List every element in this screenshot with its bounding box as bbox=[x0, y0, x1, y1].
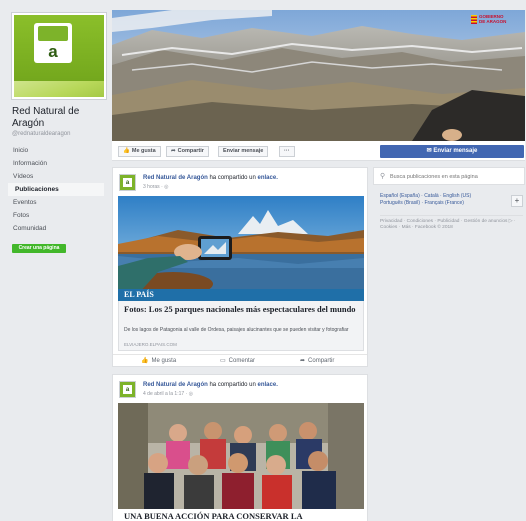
logo-icon: a bbox=[34, 23, 72, 63]
link-preview[interactable]: Fotos: Los 25 parques nacionales más esp… bbox=[118, 301, 364, 351]
more-languages-button[interactable]: + bbox=[511, 195, 523, 207]
link-title[interactable]: Fotos: Los 25 parques nacionales más esp… bbox=[124, 304, 360, 315]
send-message-button[interactable]: ✉ Enviar mensaje bbox=[380, 145, 524, 158]
create-page-button[interactable]: Crear una página bbox=[12, 244, 66, 253]
post-author-link[interactable]: Red Natural de Aragón bbox=[143, 382, 208, 388]
nav-item-fotos[interactable]: Fotos bbox=[8, 209, 104, 222]
feed-post: a Red Natural de Aragón ha compartido un… bbox=[112, 167, 368, 367]
like-post-button[interactable]: 👍 Me gusta bbox=[141, 357, 176, 364]
post-timestamp[interactable]: 4 de abril a la 1:17 · ◎ bbox=[143, 391, 193, 397]
feed-post: a Red Natural de Aragón ha compartido un… bbox=[112, 374, 368, 521]
globe-icon: ◎ bbox=[164, 184, 169, 190]
patagonia-landscape-image bbox=[118, 196, 364, 294]
link-description: De los lagos de Patagonia al valle de Or… bbox=[124, 327, 349, 333]
message-page-button[interactable]: Enviar mensaje bbox=[218, 146, 269, 157]
post-actions: 👍 Me gusta ▭ Comentar ➦ Compartir bbox=[113, 354, 367, 366]
children-group-image bbox=[118, 403, 364, 509]
post-author-link[interactable]: Red Natural de Aragón bbox=[143, 175, 208, 181]
more-options-button[interactable]: ··· bbox=[279, 146, 295, 157]
group-photo[interactable] bbox=[118, 403, 364, 509]
thumbs-up-icon: 👍 bbox=[141, 358, 149, 364]
nav-item-publicaciones[interactable]: Publicaciones bbox=[8, 183, 104, 196]
footer-links[interactable]: Privacidad · Condiciones · Publicidad · … bbox=[380, 219, 520, 231]
facebook-page: a Red Natural de Aragón @rednaturaldeara… bbox=[0, 0, 526, 521]
logo-letter: a bbox=[48, 42, 58, 61]
aragon-flag-icon bbox=[471, 15, 477, 24]
post-object-link[interactable]: enlace. bbox=[258, 382, 278, 388]
comment-post-button[interactable]: ▭ Comentar bbox=[220, 357, 255, 364]
link-title[interactable]: UNA BUENA ACCIÓN PARA CONSERVAR LA bbox=[124, 511, 360, 521]
page-search[interactable]: ⚲ bbox=[373, 167, 525, 185]
post-headline: Red Natural de Aragón ha compartido un e… bbox=[143, 175, 278, 181]
like-page-button[interactable]: 👍 Me gusta bbox=[118, 146, 161, 157]
thumbs-up-icon: 👍 bbox=[123, 148, 130, 154]
share-post-button[interactable]: ➦ Compartir bbox=[300, 357, 334, 364]
elpais-brand-bar: EL PAÍS bbox=[118, 289, 364, 301]
divider bbox=[380, 215, 523, 216]
avatar[interactable]: a bbox=[119, 174, 136, 191]
profile-picture[interactable]: a bbox=[11, 12, 107, 100]
language-links[interactable]: Español (España) · Català · English (US) bbox=[380, 193, 471, 199]
nav-item-v-deos[interactable]: Vídeos bbox=[8, 170, 104, 183]
nav-item-eventos[interactable]: Eventos bbox=[8, 196, 104, 209]
left-sidebar: a Red Natural de Aragón @rednaturaldeara… bbox=[8, 8, 108, 521]
page-nav: Inicio Información Vídeos Publicaciones Even… bbox=[8, 144, 104, 235]
search-icon: ⚲ bbox=[380, 173, 386, 180]
avatar[interactable]: a bbox=[119, 381, 136, 398]
link-preview-image[interactable] bbox=[118, 196, 364, 294]
cover-photo[interactable]: GOBIERNO DE ARAGON bbox=[112, 10, 525, 141]
share-page-button[interactable]: ➦ Compartir bbox=[166, 146, 209, 157]
page-handle[interactable]: @rednaturaldearagon bbox=[12, 131, 70, 137]
post-headline: Red Natural de Aragón ha compartido un e… bbox=[143, 382, 278, 388]
share-icon: ➦ bbox=[171, 148, 176, 154]
share-icon: ➦ bbox=[300, 358, 306, 364]
post-timestamp[interactable]: 3 horas · ◎ bbox=[143, 184, 169, 190]
mountain-landscape-image bbox=[112, 10, 525, 141]
globe-icon: ◎ bbox=[188, 391, 193, 397]
nav-item-informaci-n[interactable]: Información bbox=[8, 157, 104, 170]
page-title[interactable]: Red Natural de Aragón bbox=[12, 106, 112, 130]
search-input[interactable] bbox=[390, 171, 520, 182]
post-object-link[interactable]: enlace. bbox=[258, 175, 278, 181]
link-domain: ELVIAJERO.ELPAIS.COM bbox=[124, 342, 177, 347]
comment-icon: ▭ bbox=[220, 358, 226, 364]
language-links[interactable]: Português (Brasil) · Français (France) bbox=[380, 200, 464, 206]
nav-item-comunidad[interactable]: Comunidad bbox=[8, 222, 104, 235]
page-action-bar: 👍 Me gusta ➦ Compartir Enviar mensaje ··· … bbox=[112, 141, 525, 161]
messenger-icon: ✉ bbox=[426, 148, 432, 154]
gobierno-aragon-logo: GOBIERNO DE ARAGON bbox=[471, 14, 515, 26]
nav-item-inicio[interactable]: Inicio bbox=[8, 144, 104, 157]
